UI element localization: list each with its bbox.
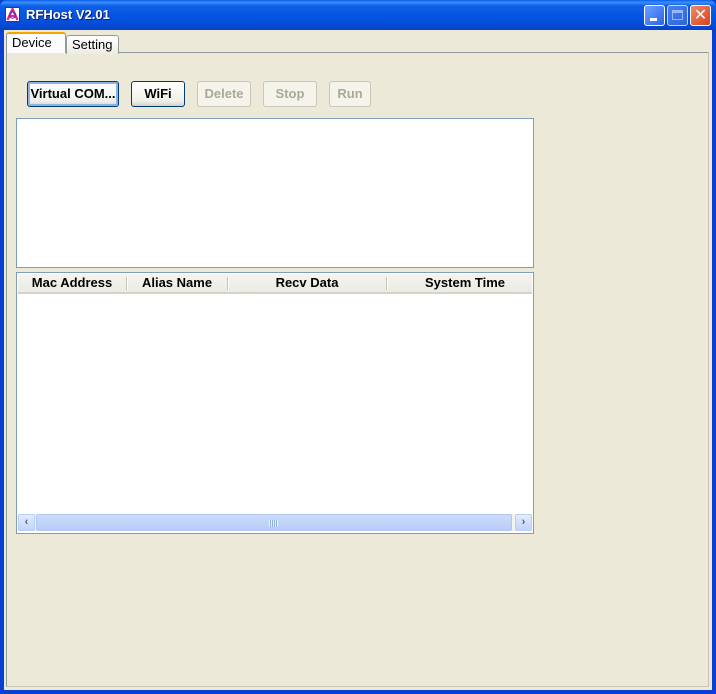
scroll-left-button[interactable]: ‹ bbox=[18, 514, 35, 531]
tab-device[interactable]: Device bbox=[6, 32, 66, 53]
horizontal-scrollbar[interactable]: ‹ › bbox=[18, 514, 532, 531]
device-table[interactable]: Mac Address Alias Name Recv Data System … bbox=[16, 272, 534, 534]
stop-button[interactable]: Stop bbox=[263, 81, 317, 107]
column-header-alias-name[interactable]: Alias Name bbox=[127, 274, 227, 292]
minimize-button[interactable] bbox=[644, 5, 665, 26]
device-tab-panel: Virtual COM... WiFi Delete Stop Run Mac … bbox=[6, 52, 709, 687]
column-header-recv-data[interactable]: Recv Data bbox=[228, 274, 386, 292]
maximize-button[interactable] bbox=[667, 5, 688, 26]
wifi-button[interactable]: WiFi bbox=[131, 81, 185, 107]
main-window: RFHost V2.01 ✕ Virtual COM... WiFi Delet… bbox=[0, 0, 716, 694]
column-header-system-time[interactable]: System Time bbox=[387, 274, 543, 292]
virtual-com-button[interactable]: Virtual COM... bbox=[27, 81, 119, 107]
scrollbar-thumb[interactable] bbox=[36, 514, 512, 531]
client-area: Virtual COM... WiFi Delete Stop Run Mac … bbox=[4, 30, 712, 690]
chevron-left-icon: ‹ bbox=[24, 516, 29, 528]
run-button[interactable]: Run bbox=[329, 81, 371, 107]
tab-setting[interactable]: Setting bbox=[66, 35, 119, 54]
log-textarea[interactable] bbox=[16, 118, 534, 268]
rfhost-app-icon[interactable] bbox=[5, 7, 20, 22]
scroll-right-button[interactable]: › bbox=[515, 514, 532, 531]
column-header-mac-address[interactable]: Mac Address bbox=[18, 274, 126, 292]
delete-button[interactable]: Delete bbox=[197, 81, 251, 107]
close-button[interactable]: ✕ bbox=[690, 5, 711, 26]
window-title: RFHost V2.01 bbox=[26, 7, 110, 22]
chevron-right-icon: › bbox=[521, 516, 526, 528]
title-bar[interactable]: RFHost V2.01 ✕ bbox=[0, 0, 716, 30]
grip-icon bbox=[269, 520, 278, 527]
table-header: Mac Address Alias Name Recv Data System … bbox=[18, 274, 532, 294]
close-icon: ✕ bbox=[693, 7, 708, 24]
